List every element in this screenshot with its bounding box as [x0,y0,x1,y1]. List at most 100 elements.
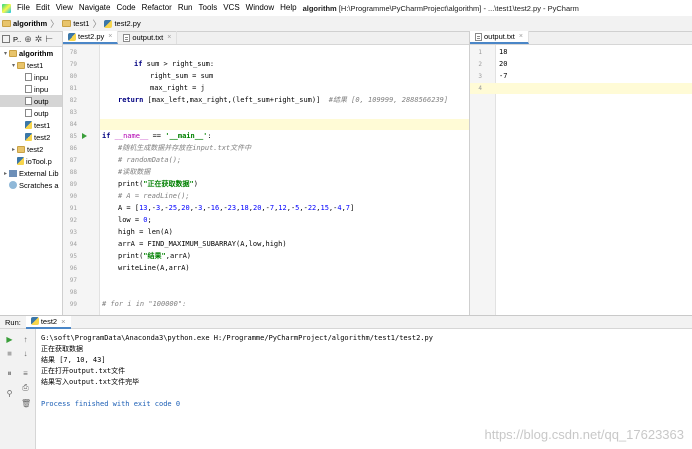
tree-item-test2[interactable]: test2 [0,131,62,143]
python-file-icon [25,121,32,129]
python-file-icon [25,133,32,141]
menu-window[interactable]: Window [243,0,277,16]
stop-icon[interactable]: ■ [5,349,14,358]
line-number: 1 [478,49,482,56]
line-number: 98 [69,289,77,296]
expand-arrow-icon[interactable]: ▸ [10,146,17,153]
console-line: 正在获取数据 [41,345,83,353]
folder-icon [9,49,17,57]
tree-item-label: External Lib [19,168,59,178]
breadcrumb-separator: 〉 [50,19,60,29]
line-number: 91 [69,205,77,212]
menu-edit[interactable]: Edit [33,0,53,16]
tree-item-label: outp [34,108,49,118]
text-file-icon [25,85,32,93]
breadcrumb-folder[interactable]: test1 [60,19,91,28]
code-area[interactable]: if sum > right_sum: right_sum = sum max_ri… [100,45,469,315]
tree-item-inpu[interactable]: inpu [0,83,62,95]
menu-navigate[interactable]: Navigate [76,0,114,16]
output-line-text: -7 [499,72,508,80]
code-line: high = len(A) [118,228,173,236]
hide-icon[interactable]: ⊢ [45,34,53,45]
line-number: 93 [69,229,77,236]
tree-item-outp[interactable]: outp [0,95,62,107]
console-line: 结果 [7, 10, 43] [41,356,106,364]
tab-label: output.txt [484,32,515,41]
menu-refactor[interactable]: Refactor [139,0,175,16]
menu-view[interactable]: View [53,0,76,16]
breadcrumb-separator: 〉 [92,19,102,29]
line-number: 90 [69,193,77,200]
up-arrow-icon[interactable]: ↑ [21,335,30,344]
tree-item-scratches-a[interactable]: Scratches a [0,179,62,191]
close-icon[interactable]: × [61,317,65,326]
close-icon[interactable]: × [519,33,523,40]
pause-icon[interactable]: ⏸ [5,369,14,378]
line-number: 95 [69,253,77,260]
tree-item-label: inpu [34,84,49,94]
tree-item-outp[interactable]: outp [0,107,62,119]
run-gutter-icon[interactable] [82,133,87,139]
run-tab-test2[interactable]: test2 × [25,315,71,329]
tree-item-test1[interactable]: test1 [0,119,62,131]
line-number: 79 [69,61,77,68]
text-file-icon [25,97,32,105]
expand-arrow-icon[interactable]: ▾ [10,62,17,69]
tree-item-external-lib[interactable]: ▸ External Lib [0,167,62,179]
rerun-icon[interactable]: ▶ [5,335,14,344]
breadcrumb-file[interactable]: test2.py [102,19,142,28]
tab-label: test2.py [78,32,105,41]
expand-arrow-icon[interactable]: ▸ [2,170,9,177]
tree-item-inpu[interactable]: inpu [0,71,62,83]
output-line: 4 [470,83,692,94]
menu-vcs[interactable]: VCS [220,0,242,16]
tree-item-algorithm[interactable]: ▾ algorithm [0,47,62,59]
folder-icon [17,61,25,69]
print-icon[interactable]: ⎙ [21,383,30,392]
menu-code[interactable]: Code [113,0,138,16]
down-arrow-icon[interactable]: ↓ [21,349,30,358]
folder-icon [62,20,72,27]
console-line: Process finished with exit code 0 [41,400,181,408]
tree-item-label: algorithm [19,48,54,58]
menu-run[interactable]: Run [175,0,196,16]
output-line: 3 -7 [470,71,692,82]
tree-item-iotool-p[interactable]: ioTool.p [0,155,62,167]
text-file-icon [25,109,32,117]
run-toolbar: ▶ ↑ ■ ↓ ⏸ ≡ ⎙ ⚲ 🗑 [0,329,36,449]
trash-icon[interactable]: 🗑 [21,399,31,408]
line-number: 78 [69,49,77,56]
output-line: 2 20 [470,59,692,70]
tab-test2-py[interactable]: test2.py × [63,31,119,44]
line-number: 97 [69,277,77,284]
project-view-selector[interactable]: P.. [13,35,21,44]
scratches-icon [9,181,17,189]
menu-file[interactable]: File [14,0,33,16]
tab-output-txt[interactable]: output.txt × [118,31,178,44]
project-view-icon [2,35,10,43]
breadcrumb-project[interactable]: algorithm [0,19,49,28]
tab-output-txt-right[interactable]: output.txt × [470,31,529,44]
library-icon [9,169,17,177]
editor-gutter: 78 79 80 81 82 83 84 85 86 87 88 89 90 91 92 93 94 95 96 97… [63,45,100,315]
tree-item-test2[interactable]: ▸ test2 [0,143,62,155]
soft-wrap-icon[interactable]: ≡ [21,369,30,378]
expand-arrow-icon[interactable]: ▾ [2,50,9,57]
pin-icon[interactable]: ⚲ [5,389,14,398]
close-icon[interactable]: × [108,33,112,40]
tree-item-test1[interactable]: ▾ test1 [0,59,62,71]
locate-icon[interactable]: ⊕ [24,34,32,45]
output-line-text: 18 [499,48,508,56]
output-file-editor: output.txt × 1 18 2 20 3 -7 4 [469,31,692,315]
menu-tools[interactable]: Tools [196,0,221,16]
line-number: 85 [69,133,77,140]
gear-icon[interactable]: ✲ [35,34,43,45]
close-icon[interactable]: × [167,34,171,41]
text-file-icon [25,73,32,81]
menu-bar: File Edit View Navigate Code Refactor Ru… [0,0,692,16]
menu-help[interactable]: Help [277,0,299,16]
